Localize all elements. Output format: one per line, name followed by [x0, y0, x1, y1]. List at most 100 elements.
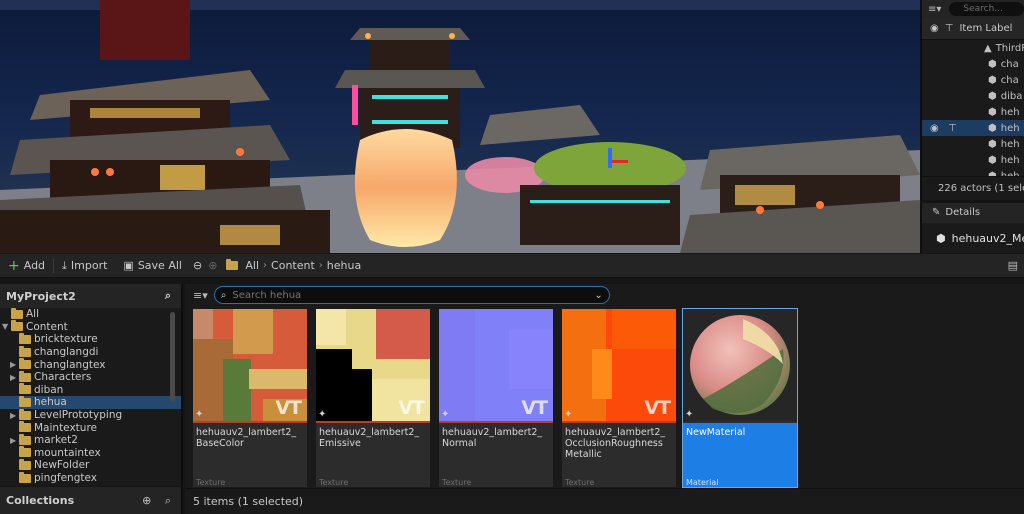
- folder-icon: [11, 307, 23, 319]
- add-collection-icon[interactable]: ⊕: [142, 494, 151, 507]
- visibility-eye-icon[interactable]: ◉: [930, 123, 948, 134]
- outliner-row[interactable]: ⬢heh: [922, 104, 1024, 120]
- asset-tile-basecolor[interactable]: VT ✦ hehuauv2_lambert2_ BaseColor Textur…: [193, 309, 307, 487]
- static-mesh-icon: ⬢: [988, 90, 997, 102]
- pin-icon[interactable]: ⊤: [948, 123, 988, 134]
- outliner-row-label: heh: [1000, 122, 1020, 134]
- folder-icon: [19, 446, 31, 458]
- asset-type-bar: [193, 421, 307, 423]
- outliner-row[interactable]: ▲ ThirdP: [922, 40, 1024, 56]
- search-icon[interactable]: ⌕: [165, 494, 171, 507]
- tree-item-all[interactable]: All: [0, 307, 181, 321]
- tree-item-label: All: [26, 308, 40, 321]
- tree-item-mountaintex[interactable]: mountaintex: [0, 446, 181, 460]
- chevron-right-icon[interactable]: ▶: [10, 436, 19, 445]
- chevron-right-icon[interactable]: ▶: [10, 373, 19, 382]
- tree-item-diban[interactable]: diban: [0, 383, 181, 397]
- favorite-star-icon[interactable]: ✦: [685, 409, 693, 420]
- folder-icon: [19, 433, 31, 445]
- asset-search-field[interactable]: ⌕ ⌄: [213, 286, 610, 304]
- tree-item-bricktexture[interactable]: bricktexture: [0, 332, 181, 346]
- folder-tree: All ▼ Content bricktexture changlangdi ▶ chang…: [0, 307, 181, 485]
- chevron-right-icon[interactable]: ▶: [10, 360, 19, 369]
- tree-item-changlangdi[interactable]: changlangdi: [0, 345, 181, 359]
- asset-name: hehuauv2_lambert2_ BaseColor: [196, 427, 297, 449]
- details-panel: ✎ Details ⬢ hehuauv2_Me: [920, 203, 1024, 253]
- history-back-button[interactable]: ⊖: [190, 254, 205, 278]
- asset-tile-occlusion-roughness-metallic[interactable]: VT ✦ hehuauv2_lambert2_ OcclusionRoughne…: [562, 309, 676, 487]
- tree-item-label: hehua: [34, 396, 67, 409]
- asset-tile-emissive[interactable]: VT ✦ hehuauv2_lambert2_ Emissive Texture: [316, 309, 430, 487]
- history-forward-button[interactable]: ⊕: [205, 254, 220, 278]
- favorite-star-icon[interactable]: ✦: [195, 409, 203, 420]
- tree-item-hehua[interactable]: hehua: [0, 395, 181, 409]
- tree-item-pingfengtex[interactable]: pingfengtex: [0, 471, 181, 485]
- virtual-texture-badge: VT: [398, 397, 425, 419]
- virtual-texture-badge: VT: [275, 397, 302, 419]
- asset-search-input[interactable]: [232, 289, 589, 301]
- folder-icon: [19, 383, 31, 395]
- tree-item-newfolder[interactable]: NewFolder: [0, 458, 181, 472]
- add-button[interactable]: + Add: [0, 254, 53, 278]
- static-mesh-icon: ⬢: [988, 122, 997, 134]
- project-name[interactable]: MyProject2: [6, 290, 76, 303]
- tree-item-label: LevelPrototyping: [34, 409, 123, 422]
- breadcrumb-all[interactable]: All: [241, 259, 263, 272]
- outliner-row[interactable]: ⬢ cha: [922, 72, 1024, 88]
- viewport-scene: [0, 0, 920, 253]
- details-selected-object[interactable]: ⬢ hehuauv2_Me: [922, 223, 1024, 253]
- outliner-row-label: cha: [1000, 58, 1019, 70]
- folder-icon: [11, 320, 23, 332]
- outliner-row[interactable]: ⬢ cha: [922, 56, 1024, 72]
- outliner-search-input[interactable]: Search...: [949, 2, 1024, 16]
- chevron-down-icon[interactable]: ⌄: [594, 290, 602, 301]
- breadcrumb-hehua[interactable]: hehua: [323, 259, 365, 272]
- folder-tree-panel: MyProject2 ⌕ All ▼ Content bricktexture chan…: [0, 284, 183, 486]
- import-button[interactable]: ⤓ Import: [54, 254, 115, 278]
- save-all-button[interactable]: ▣ Save All: [115, 254, 190, 278]
- asset-filter-row: ≡▾ ⌕ ⌄: [185, 284, 1024, 306]
- item-label-column[interactable]: Item Label: [959, 23, 1012, 34]
- level-viewport[interactable]: [0, 0, 920, 253]
- outliner-toolbar: ≡▾ Search...: [922, 0, 1024, 18]
- breadcrumb-content[interactable]: Content: [267, 259, 319, 272]
- outliner-row[interactable]: ⬢heh: [922, 152, 1024, 168]
- import-icon: ⤓: [62, 258, 67, 272]
- filter-icon[interactable]: ≡▾: [193, 289, 208, 302]
- pin-icon[interactable]: ⊤: [945, 23, 954, 34]
- asset-tile-normal[interactable]: VT ✦ hehuauv2_lambert2_ Normal Texture: [439, 309, 553, 487]
- tree-item-characters[interactable]: ▶ Characters: [0, 370, 181, 384]
- favorite-star-icon[interactable]: ✦: [441, 409, 449, 420]
- outliner-row[interactable]: ◉ ⊤ ⬢ heh: [922, 120, 1024, 136]
- outliner-row[interactable]: ⬢ diba: [922, 88, 1024, 104]
- outliner-row[interactable]: ⬢heh: [922, 136, 1024, 152]
- visibility-eye-icon[interactable]: ◉: [930, 23, 939, 34]
- collections-header[interactable]: Collections ⊕ ⌕: [0, 487, 183, 514]
- search-icon[interactable]: ⌕: [165, 289, 171, 303]
- filter-icon[interactable]: ≡▾: [928, 4, 941, 15]
- tree-item-market2[interactable]: ▶ market2: [0, 433, 181, 447]
- asset-name: NewMaterial: [686, 427, 746, 438]
- outliner-row-label: cha: [1000, 74, 1019, 86]
- favorite-star-icon[interactable]: ✦: [318, 409, 326, 420]
- asset-type: Texture: [442, 478, 472, 487]
- outliner-row-label: heh: [1000, 138, 1020, 150]
- asset-tile-newmaterial[interactable]: ✦ NewMaterial Material: [682, 308, 798, 488]
- tree-item-content[interactable]: ▼ Content: [0, 320, 181, 334]
- layout-toggle-icon[interactable]: ▤: [1008, 259, 1018, 272]
- chevron-right-icon[interactable]: ▶: [10, 411, 19, 420]
- tree-item-maintexture[interactable]: Maintexture: [0, 421, 181, 434]
- asset-thumbnail: VT ✦: [193, 309, 307, 421]
- outliner-search-placeholder: Search...: [963, 4, 1003, 14]
- chevron-down-icon[interactable]: ▼: [2, 322, 11, 331]
- asset-type: Texture: [319, 478, 349, 487]
- pagoda-left: [0, 0, 330, 253]
- favorite-star-icon[interactable]: ✦: [564, 409, 572, 420]
- pencil-icon: ✎: [932, 207, 941, 218]
- tree-item-levelprototyping[interactable]: ▶ LevelPrototyping: [0, 408, 181, 422]
- tree-item-changlangtex[interactable]: ▶ changlangtex: [0, 358, 181, 371]
- static-mesh-icon: ⬢: [988, 106, 997, 118]
- tree-scrollbar[interactable]: [170, 312, 175, 402]
- details-tab[interactable]: ✎ Details: [922, 203, 1024, 223]
- details-tab-label: Details: [945, 207, 981, 218]
